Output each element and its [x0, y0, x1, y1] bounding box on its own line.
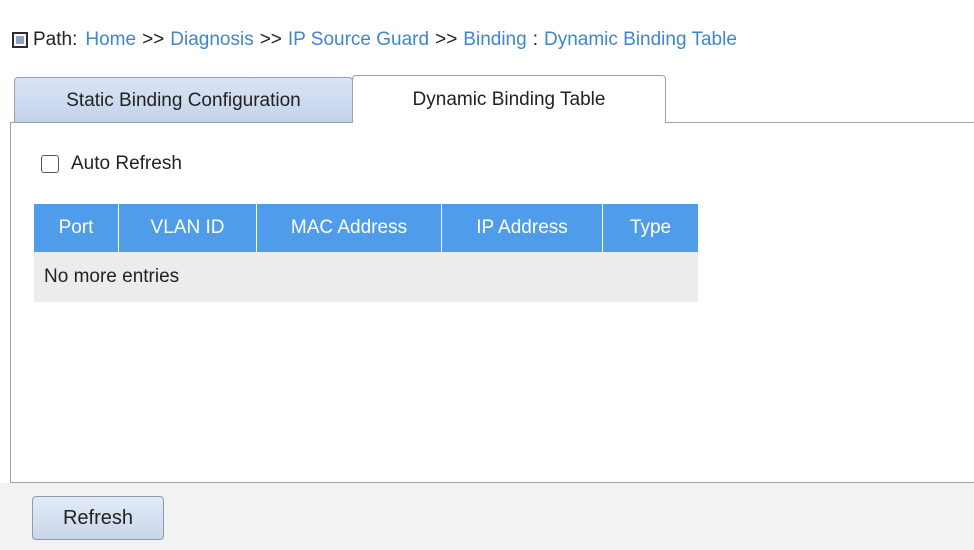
breadcrumb-home[interactable]: Home — [85, 29, 136, 51]
breadcrumb-colon: : — [532, 29, 538, 50]
table-header-row: Port VLAN ID MAC Address IP Address Type — [34, 204, 698, 252]
square-bullet-icon — [12, 32, 28, 48]
button-bar: Refresh — [0, 483, 974, 550]
auto-refresh-checkbox[interactable] — [41, 155, 59, 173]
tab-dynamic-binding-table[interactable]: Dynamic Binding Table — [352, 75, 666, 123]
breadcrumb-current[interactable]: Dynamic Binding Table — [544, 29, 737, 51]
refresh-button[interactable]: Refresh — [32, 496, 164, 540]
auto-refresh-label: Auto Refresh — [71, 153, 182, 174]
breadcrumb-ip-source-guard[interactable]: IP Source Guard — [288, 29, 429, 51]
tab-content-panel: Auto Refresh Port VLAN ID MAC Address IP… — [10, 122, 974, 483]
tab-bar: Static Binding Configuration Dynamic Bin… — [14, 75, 666, 123]
empty-table-message: No more entries — [34, 252, 698, 302]
path-label: Path: — [33, 29, 78, 50]
breadcrumb-diagnosis[interactable]: Diagnosis — [170, 29, 253, 51]
tab-static-binding-configuration[interactable]: Static Binding Configuration — [14, 77, 353, 123]
breadcrumb-separator: >> — [435, 29, 458, 50]
table-row: No more entries — [34, 252, 698, 302]
breadcrumb-separator: >> — [259, 29, 282, 50]
column-header-ip-address: IP Address — [441, 204, 603, 252]
column-header-mac-address: MAC Address — [256, 204, 442, 252]
auto-refresh-option[interactable]: Auto Refresh — [41, 153, 182, 175]
breadcrumb: Path: Home >> Diagnosis >> IP Source Gua… — [12, 26, 737, 54]
breadcrumb-separator: >> — [142, 29, 165, 50]
column-header-port: Port — [34, 204, 119, 252]
column-header-type: Type — [602, 204, 698, 252]
column-header-vlan-id: VLAN ID — [118, 204, 257, 252]
dynamic-binding-table: Port VLAN ID MAC Address IP Address Type… — [34, 204, 698, 302]
breadcrumb-binding[interactable]: Binding — [463, 29, 526, 51]
